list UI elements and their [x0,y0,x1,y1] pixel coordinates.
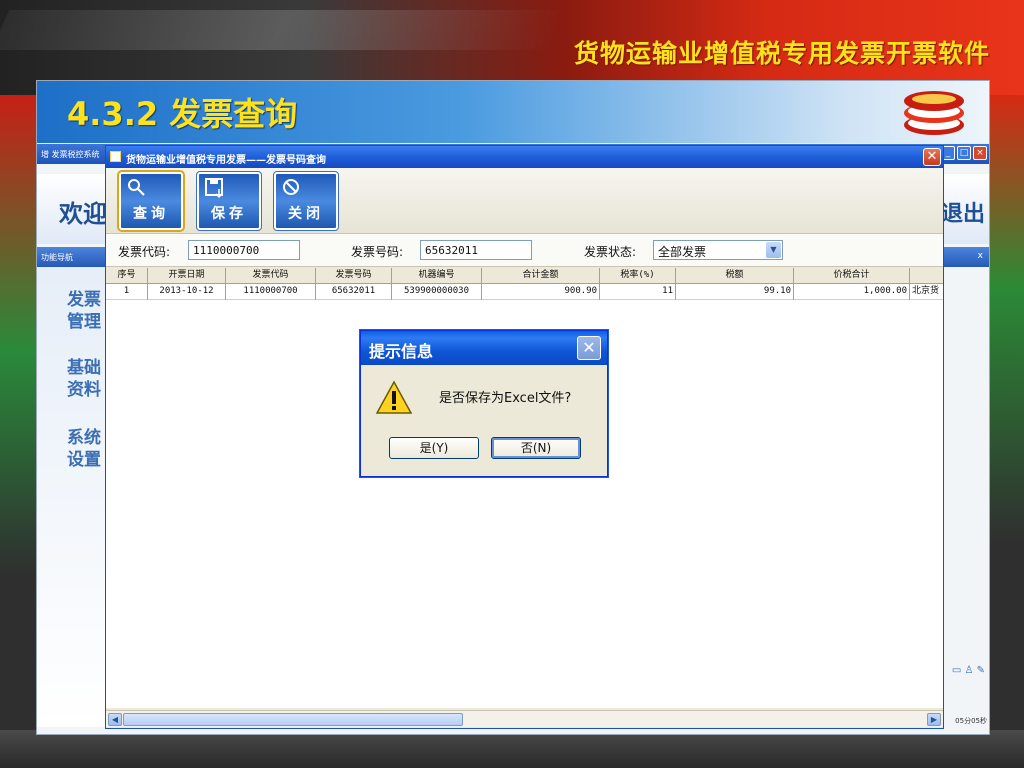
query-window-titlebar: 货物运输业增值税专用发票——发票号码查询 ✕ [106,146,943,168]
slide-footer [0,730,1024,768]
invoice-status-select[interactable]: 全部发票 ▼ [653,240,783,260]
window-close-button[interactable]: ✕ [923,148,941,166]
invoice-status-value: 全部发票 [658,245,707,259]
save-icon [205,178,223,199]
slide-banner-title: 货物运输业增值税专用发票开票软件 [573,39,990,68]
query-button[interactable]: 查询 [117,170,185,232]
column-header[interactable]: 税率(%) [600,268,676,284]
welcome-banner: 欢迎 [37,174,107,244]
app-icon [110,151,121,162]
nav-close-icon[interactable]: x [978,251,983,261]
table-cell: 11 [600,284,676,300]
yes-button[interactable]: 是(Y) [389,437,479,459]
table-cell: 北京货 [912,286,940,296]
save-button-label: 保存 [211,206,247,222]
table-cell: 99.10 [676,284,794,300]
query-button-label: 查询 [133,206,169,222]
table-header: 序号 开票日期 发票代码 发票号码 机器编号 合计金额 税率(%) 税额 价税合… [106,268,943,284]
maximize-icon[interactable]: □ [957,146,971,160]
scroll-left-icon[interactable]: ◀ [108,713,122,726]
chevron-down-icon[interactable]: ▼ [766,242,781,258]
query-toolbar: 查询 保存 关闭 [106,168,943,234]
table-cell: 539900000030 [392,284,482,300]
column-header[interactable] [910,268,943,284]
section-header: 4.3.2 发票查询 [37,81,989,143]
horizontal-scrollbar[interactable]: ◀ ▶ [106,710,943,727]
section-title: 4.3.2 发票查询 [67,95,298,133]
close-button-label: 关闭 [288,206,324,222]
slide-right-decoration [990,95,1024,735]
table-row[interactable]: 1 2013-10-12 1110000700 65632011 5399000… [106,284,943,300]
column-header[interactable]: 合计金额 [482,268,600,284]
invoice-code-label: 发票代码: [118,245,171,259]
filter-bar: 发票代码: 1110000700 发票号码: 65632011 发票状态: 全部… [106,234,943,267]
dialog-message: 是否保存为Excel文件? [439,391,572,406]
table-cell: 900.90 [482,284,600,300]
sidebar-item-basic-data[interactable]: 基础资料 [67,357,107,401]
dialog-title: 提示信息 [361,331,607,365]
column-header[interactable]: 发票号码 [316,268,392,284]
status-timer: 05分05秒 [955,717,987,725]
save-confirm-dialog: 提示信息 ✕ 是否保存为Excel文件? 是(Y) 否(N) [360,330,608,477]
table-cell: 1,000.00 [794,284,910,300]
invoice-number-input[interactable]: 65632011 [420,240,532,260]
invoice-status-label: 发票状态: [584,245,637,259]
logo-icon [904,91,964,135]
column-header[interactable]: 序号 [106,268,148,284]
column-header[interactable]: 机器编号 [392,268,482,284]
table-cell: 2013-10-12 [148,284,226,300]
warning-icon [375,380,413,414]
column-header[interactable]: 开票日期 [148,268,226,284]
search-icon [128,179,145,196]
invoice-code-input[interactable]: 1110000700 [188,240,300,260]
exit-button[interactable]: 退出 [939,174,989,244]
background-window-buttons: _ □ × [941,146,987,160]
table-cell: 1110000700 [226,284,316,300]
table-cell: 65632011 [316,284,392,300]
invoice-number-label: 发票号码: [351,245,404,259]
close-button[interactable]: 关闭 [273,171,339,231]
column-header[interactable]: 发票代码 [226,268,316,284]
no-button[interactable]: 否(N) [491,437,581,459]
query-window-title: 货物运输业增值税专用发票——发票号码查询 [126,155,326,166]
slide-left-decoration [0,95,36,735]
column-header[interactable]: 价税合计 [794,268,910,284]
function-nav-label: 功能导航 [41,253,73,262]
stop-icon [283,179,299,195]
sidebar-item-system-settings[interactable]: 系统设置 [67,427,107,471]
banner-streak [0,10,570,50]
column-header[interactable]: 税额 [676,268,794,284]
status-tray-icons: ▭ ♙ ✎ [951,665,985,676]
save-button[interactable]: 保存 [196,171,262,231]
sidebar-item-invoice-management[interactable]: 发票管理 [67,289,107,333]
background-sidebar: 发票管理 基础资料 系统设置 [37,267,107,727]
scroll-right-icon[interactable]: ▶ [927,713,941,726]
dialog-close-button[interactable]: ✕ [577,336,601,360]
scroll-thumb[interactable] [123,713,463,726]
close-icon[interactable]: × [973,146,987,160]
table-cell: 1 [106,284,148,300]
